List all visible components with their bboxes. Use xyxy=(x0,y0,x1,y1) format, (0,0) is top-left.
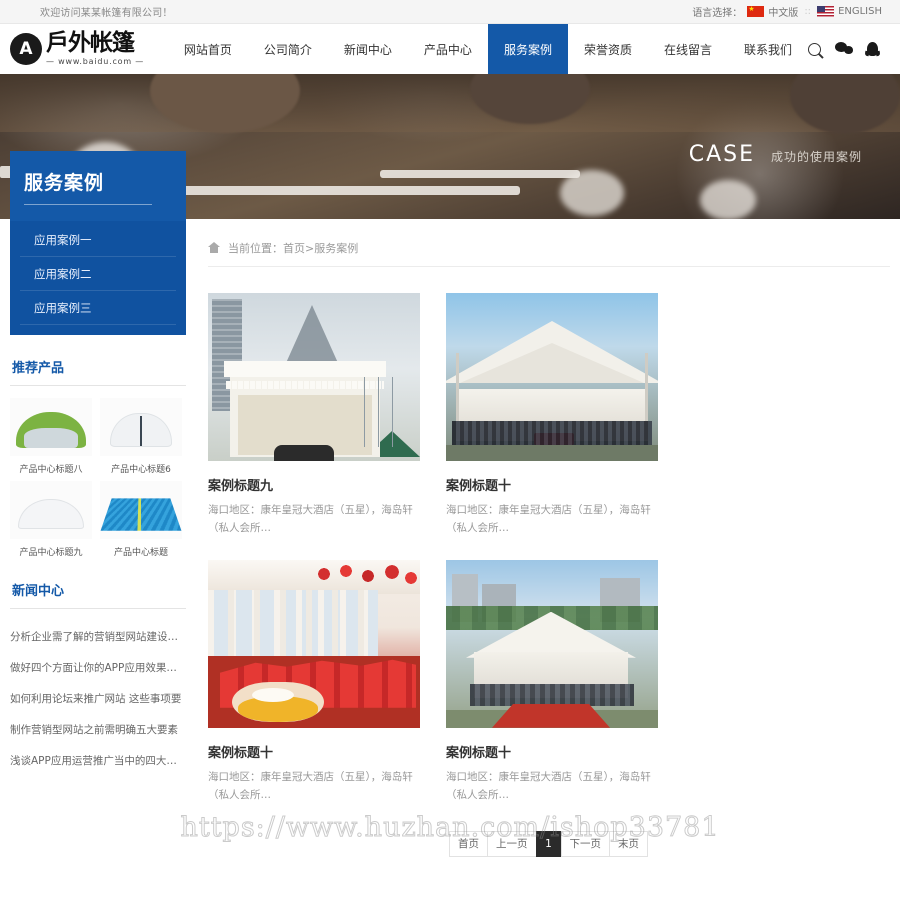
news-list-item[interactable]: 分析企业需了解的营销型网站建设五部 xyxy=(10,621,186,652)
news-block-divider xyxy=(10,608,186,609)
news-block-title: 新闻中心 xyxy=(12,584,65,599)
sidebar-panel-header: 服务案例 xyxy=(10,151,186,221)
case-card[interactable]: 案例标题十 海口地区：康年皇冠大酒店（五星），海岛轩（私人会所… xyxy=(446,293,658,538)
logo-badge-icon xyxy=(10,33,42,65)
site-header: 戶外帐篷 — www.baidu.com — 网站首页 公司简介 新闻中心 产品… xyxy=(0,24,900,74)
case-card[interactable]: 案例标题十 海口地区：康年皇冠大酒店（五星），海岛轩（私人会所… xyxy=(446,559,658,805)
search-icon[interactable] xyxy=(808,42,821,56)
banner-caption: CASE 成功的使用案例 xyxy=(689,142,862,167)
wechat-icon[interactable] xyxy=(835,42,853,56)
main-content: 当前位置：首页>服务案例 案例标题九 海口地区：康年皇冠大酒店（五星），海岛轩（… xyxy=(186,219,900,875)
recommended-products-title: 推荐产品 xyxy=(12,361,65,376)
product-thumbnail-blue-mat xyxy=(100,481,182,539)
case-description: 海口地区：康年皇冠大酒店（五星），海岛轩（私人会所… xyxy=(208,504,413,535)
case-thumbnail-red-carpet-tent xyxy=(446,559,658,728)
recommended-products-block: 推荐产品 产品中心标题八 产品中心标题6 产品中心标题九 产品中心标题 xyxy=(10,357,186,558)
nav-item-honors[interactable]: 荣誉资质 xyxy=(568,24,648,74)
product-card[interactable]: 产品中心标题九 xyxy=(10,481,92,558)
case-thumbnail-banquet-interior xyxy=(208,559,420,728)
case-description: 海口地区：康年皇冠大酒店（五星），海岛轩（私人会所… xyxy=(446,770,651,802)
product-caption: 产品中心标题6 xyxy=(111,465,171,475)
qq-icon[interactable] xyxy=(867,42,878,56)
nav-item-about[interactable]: 公司简介 xyxy=(248,24,328,74)
breadcrumb: 当前位置：首页>服务案例 xyxy=(208,229,890,267)
pagination-page-1[interactable]: 1 xyxy=(535,830,562,857)
news-list-item[interactable]: 如何利用论坛来推广网站 这些事项要 xyxy=(10,683,186,714)
product-thumbnail-dome-tent xyxy=(10,481,92,539)
language-option-chinese[interactable]: 中文版 xyxy=(747,4,798,19)
product-caption: 产品中心标题 xyxy=(113,548,168,558)
language-chinese-label: 中文版 xyxy=(768,8,799,19)
case-description: 海口地区：康年皇冠大酒店（五星），海岛轩（私人会所… xyxy=(208,770,413,802)
site-logo[interactable]: 戶外帐篷 — www.baidu.com — xyxy=(0,32,160,66)
product-caption: 产品中心标题九 xyxy=(19,548,83,558)
breadcrumb-text: 当前位置：首页>服务案例 xyxy=(228,241,359,255)
usa-flag-icon xyxy=(817,6,835,17)
banner-title-en: CASE xyxy=(688,142,755,167)
language-english-label: ENGLISH xyxy=(838,6,882,17)
news-list: 分析企业需了解的营销型网站建设五部 做好四个方面让你的APP应用效果更佳 如何利… xyxy=(10,621,186,776)
content-wrapper: 服务案例 应用案例一 应用案例二 应用案例三 推荐产品 产品中心标题八 产品中心… xyxy=(0,151,900,875)
case-card[interactable]: 案例标题九 海口地区：康年皇冠大酒店（五星），海岛轩（私人会所… xyxy=(208,293,420,538)
news-list-item[interactable]: 做好四个方面让你的APP应用效果更佳 xyxy=(10,652,186,683)
sidebar-item-case-1[interactable]: 应用案例一 xyxy=(20,223,176,257)
sidebar-item-case-3[interactable]: 应用案例三 xyxy=(20,291,176,325)
recommended-products-grid: 产品中心标题八 产品中心标题6 产品中心标题九 产品中心标题 xyxy=(10,398,186,558)
recommended-products-divider xyxy=(10,385,186,386)
case-thumbnail-tent-city xyxy=(208,293,420,461)
news-block: 新闻中心 分析企业需了解的营销型网站建设五部 做好四个方面让你的APP应用效果更… xyxy=(10,580,186,776)
case-thumbnail-event-tent xyxy=(446,293,658,461)
product-caption: 产品中心标题八 xyxy=(19,465,83,475)
welcome-text: 欢迎访问某某帐篷有限公司！ xyxy=(40,8,173,19)
pagination-last[interactable]: 末页 xyxy=(609,830,648,857)
top-bar: 欢迎访问某某帐篷有限公司！ 语言选择： 中文版 :: ENGLISH xyxy=(0,0,900,24)
language-option-english[interactable]: ENGLISH xyxy=(817,6,882,17)
case-title: 案例标题十 xyxy=(446,745,512,761)
nav-item-message[interactable]: 在线留言 xyxy=(648,24,728,74)
main-navigation: 网站首页 公司简介 新闻中心 产品中心 服务案例 荣誉资质 在线留言 联系我们 xyxy=(168,24,808,74)
home-icon[interactable] xyxy=(208,242,220,253)
news-list-item[interactable]: 制作营销型网站之前需明确五大要素 xyxy=(10,714,186,745)
language-label: 语言选择： xyxy=(692,8,743,19)
news-list-item[interactable]: 浅谈APP应用运营推广当中的四大诀窍 xyxy=(10,745,186,776)
case-grid: 案例标题九 海口地区：康年皇冠大酒店（五星），海岛轩（私人会所… 案例标题十 海… xyxy=(208,267,890,805)
language-separator: :: xyxy=(804,6,812,17)
product-thumbnail-white-tent xyxy=(100,398,182,456)
product-card[interactable]: 产品中心标题 xyxy=(100,481,182,558)
sidebar: 服务案例 应用案例一 应用案例二 应用案例三 推荐产品 产品中心标题八 产品中心… xyxy=(10,151,186,875)
sidebar-title-divider xyxy=(24,203,152,205)
case-title: 案例标题十 xyxy=(208,745,274,761)
nav-item-contact[interactable]: 联系我们 xyxy=(728,24,808,74)
pagination-next[interactable]: 下一页 xyxy=(560,830,610,857)
nav-item-home[interactable]: 网站首页 xyxy=(168,24,248,74)
nav-item-cases[interactable]: 服务案例 xyxy=(487,24,568,74)
logo-text-group: 戶外帐篷 — www.baidu.com — xyxy=(46,32,144,66)
nav-item-news[interactable]: 新闻中心 xyxy=(328,24,408,74)
china-flag-icon xyxy=(747,6,765,17)
product-card[interactable]: 产品中心标题6 xyxy=(100,398,182,475)
page-root: 欢迎访问某某帐篷有限公司！ 语言选择： 中文版 :: ENGLISH 戶外帐篷 … xyxy=(0,0,900,920)
case-description: 海口地区：康年皇冠大酒店（五星），海岛轩（私人会所… xyxy=(446,504,651,535)
pagination: 首页 上一页 1 下一页 末页 xyxy=(208,805,890,875)
sidebar-panel-title: 服务案例 xyxy=(24,171,105,194)
case-title: 案例标题九 xyxy=(208,479,274,494)
case-card[interactable]: 案例标题十 海口地区：康年皇冠大酒店（五星），海岛轩（私人会所… xyxy=(208,559,420,805)
logo-company-name: 戶外帐篷 xyxy=(46,30,135,56)
sidebar-category-menu: 应用案例一 应用案例二 应用案例三 xyxy=(10,221,186,335)
product-card[interactable]: 产品中心标题八 xyxy=(10,398,92,475)
header-icon-group xyxy=(808,42,900,56)
language-selector: 语言选择： 中文版 :: ENGLISH xyxy=(692,4,882,19)
sidebar-item-case-2[interactable]: 应用案例二 xyxy=(20,257,176,291)
banner-title-cn: 成功的使用案例 xyxy=(770,150,862,164)
product-thumbnail-green-tent xyxy=(10,398,92,456)
pagination-first[interactable]: 首页 xyxy=(449,830,488,857)
pagination-prev[interactable]: 上一页 xyxy=(487,830,537,857)
nav-item-products[interactable]: 产品中心 xyxy=(408,24,488,74)
case-title: 案例标题十 xyxy=(446,479,512,494)
logo-website-url: — www.baidu.com — xyxy=(46,57,145,66)
